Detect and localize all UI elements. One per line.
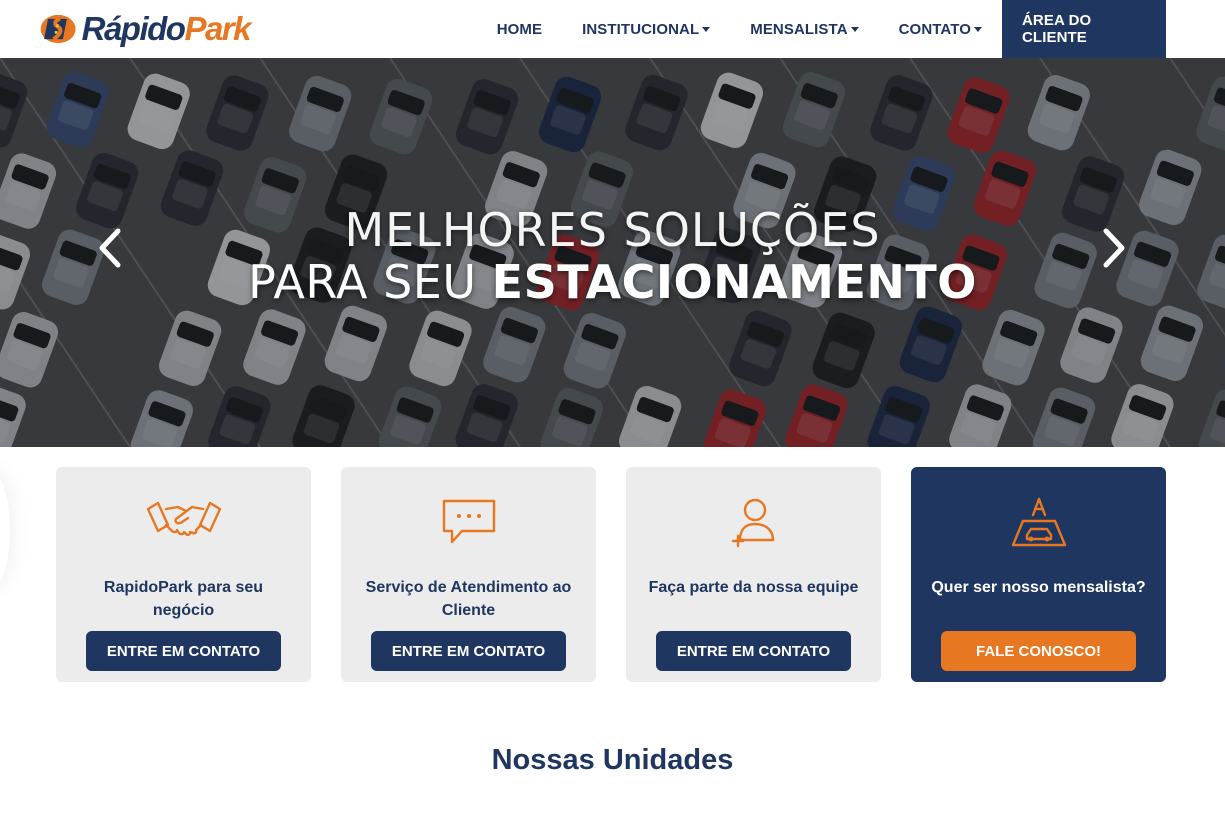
add-user-icon (626, 497, 881, 553)
logo-text-part1: Rápido (81, 10, 186, 47)
hero-line-2-thin: PARA SEU (248, 255, 492, 309)
contact-button[interactable]: ENTRE EM CONTATO (371, 631, 566, 671)
parking-car-icon (911, 497, 1166, 553)
caret-down-icon (850, 27, 859, 32)
nav-contato[interactable]: CONTATO (879, 0, 1002, 58)
nav-institucional[interactable]: INSTITUCIONAL (562, 0, 730, 58)
logo-text-part2: Park (184, 10, 251, 47)
hero-line-2-bold: ESTACIONAMENTO (491, 255, 977, 309)
chat-bubble-icon (341, 497, 596, 553)
card-title: Faça parte da nossa equipe (648, 579, 859, 596)
page-edge-shadow (0, 470, 10, 590)
card-title: Quer ser nosso mensalista? (931, 579, 1146, 596)
nav-home-label: HOME (496, 20, 543, 38)
chevron-left-icon[interactable] (96, 226, 126, 270)
site-header: RápidoPark HOME INSTITUCIONAL MENSALISTA… (0, 0, 1225, 58)
hero-headline: MELHORES SOLUÇÕES PARA SEU ESTACIONAMENT… (0, 204, 1225, 308)
section-title-units: Nossas Unidades (491, 744, 734, 776)
logo-icon (40, 14, 76, 44)
nav-mensalista-label: MENSALISTA (750, 20, 848, 38)
contact-us-button[interactable]: FALE CONOSCO! (941, 631, 1136, 671)
nav-contato-label: CONTATO (898, 20, 971, 38)
hero-line-2: PARA SEU ESTACIONAMENTO (0, 256, 1225, 308)
nav-mensalista[interactable]: MENSALISTA (730, 0, 878, 58)
main-nav: HOME INSTITUCIONAL MENSALISTA CONTATO ÁR… (477, 0, 1166, 58)
logo-text: RápidoPark (81, 10, 252, 48)
card-join-team: Faça parte da nossa equipe ENTRE EM CONT… (626, 467, 881, 682)
hero-carousel: MELHORES SOLUÇÕES PARA SEU ESTACIONAMENT… (0, 58, 1225, 447)
contact-button[interactable]: ENTRE EM CONTATO (86, 631, 281, 671)
nav-home[interactable]: HOME (477, 0, 562, 58)
logo[interactable]: RápidoPark (40, 5, 252, 53)
hero-line-1: MELHORES SOLUÇÕES (344, 203, 881, 257)
client-area-label: ÁREA DO CLIENTE (1022, 12, 1092, 46)
caret-down-icon (702, 27, 711, 32)
card-customer-service: Serviço de Atendimento ao Cliente ENTRE … (341, 467, 596, 682)
card-business: RapidoPark para seu negócio ENTRE EM CON… (56, 467, 311, 682)
card-title: RapidoPark para seu negócio (103, 579, 264, 619)
caret-down-icon (974, 27, 982, 32)
nav-institucional-label: INSTITUCIONAL (582, 20, 700, 38)
chevron-right-icon[interactable] (1098, 226, 1128, 270)
client-area-button[interactable]: ÁREA DO CLIENTE (1002, 0, 1166, 58)
handshake-icon (56, 497, 311, 553)
feature-cards: RapidoPark para seu negócio ENTRE EM CON… (56, 467, 1166, 682)
card-monthly: Quer ser nosso mensalista? FALE CONOSCO! (911, 467, 1166, 682)
contact-button[interactable]: ENTRE EM CONTATO (656, 631, 851, 671)
card-title: Serviço de Atendimento ao Cliente (365, 579, 572, 619)
